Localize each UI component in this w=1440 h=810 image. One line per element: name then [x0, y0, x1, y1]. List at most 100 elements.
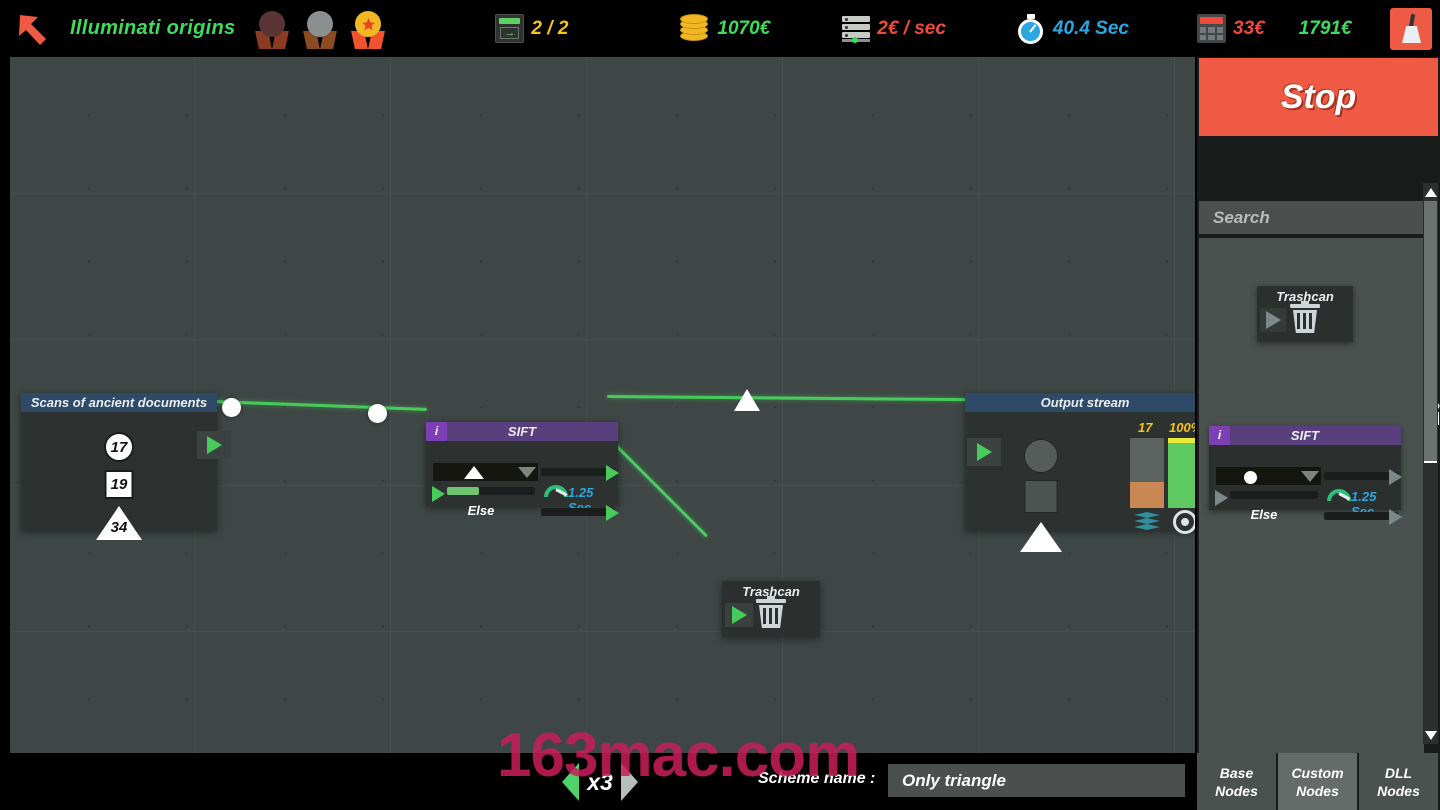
- calculator-icon: [1197, 14, 1226, 43]
- palette-sift-match-bar: [1324, 472, 1398, 480]
- node-output-stream[interactable]: Output stream 17 100%: [965, 393, 1195, 552]
- sift-input-port[interactable]: [432, 486, 445, 502]
- node-trashcan[interactable]: Trashcan: [722, 581, 820, 637]
- node-header: Scans of ancient documents: [21, 393, 217, 412]
- speed-decrease-icon[interactable]: [562, 763, 580, 801]
- source-output-port[interactable]: [197, 431, 231, 459]
- tab-base-line1: Base: [1219, 764, 1254, 781]
- chevron-down-icon[interactable]: [516, 463, 538, 481]
- palette-sift-input-bar: [1230, 491, 1318, 499]
- node-body: 17 19 34: [21, 412, 217, 540]
- back-arrow-glyph: [19, 14, 46, 45]
- scroll-down-arrow-icon[interactable]: [1424, 727, 1437, 743]
- tab-dll-line2: Nodes: [1377, 782, 1420, 799]
- output-shape-triangle: [1020, 522, 1062, 552]
- output-shape-circle: [1024, 439, 1058, 473]
- node-header: i SIFT: [426, 422, 618, 441]
- output-input-port[interactable]: [967, 438, 1001, 466]
- node-body: 17 100%: [965, 412, 1195, 552]
- speed-label: x3: [587, 768, 613, 795]
- layers-icon: [1134, 512, 1160, 530]
- level-progress-icon: →: [495, 14, 525, 43]
- token-triangle: [734, 389, 760, 411]
- node-title: SIFT: [507, 424, 537, 439]
- money-value: 1070€: [717, 17, 771, 39]
- tab-base-nodes[interactable]: Base Nodes: [1197, 753, 1276, 810]
- node-graph-canvas[interactable]: Scans of ancient documents 17 19 34 i SI…: [10, 57, 1195, 753]
- right-panel: Stop Search info-icon Trashcan i SIFT: [1197, 57, 1440, 810]
- medal-bronze-locked: [251, 9, 293, 49]
- total-value: 1791€: [1298, 17, 1352, 39]
- palette-tabs[interactable]: Base Nodes Custom Nodes DLL Nodes: [1197, 753, 1440, 810]
- output-shape-square: [1024, 480, 1058, 513]
- output-count: 17: [1138, 420, 1153, 435]
- info-icon[interactable]: i: [1209, 426, 1230, 445]
- palette-node-sift[interactable]: i SIFT 1.25 Sec Else: [1209, 426, 1402, 525]
- node-header: i SIFT: [1209, 426, 1401, 445]
- server-rack-icon: [842, 15, 871, 43]
- node-header: Output stream: [965, 393, 1195, 412]
- chevron-down-icon[interactable]: [1299, 467, 1321, 485]
- target-icon: [1173, 510, 1195, 534]
- palette-node-title: SIFT: [1290, 428, 1320, 443]
- token-circle: [368, 404, 387, 423]
- cost-value: 33€: [1233, 17, 1265, 39]
- palette-sift-shape-selector[interactable]: [1216, 467, 1299, 485]
- stopwatch-icon: [1016, 13, 1046, 44]
- search-input[interactable]: Search: [1199, 201, 1438, 234]
- medal-row: [251, 9, 389, 49]
- output-percent-bar: [1168, 438, 1195, 508]
- trashcan-icon: [756, 596, 786, 629]
- scroll-up-arrow-icon[interactable]: [1424, 184, 1437, 200]
- broom-icon: [1398, 13, 1424, 44]
- gauge-icon: [544, 485, 570, 503]
- sift-shape-selector[interactable]: [433, 463, 516, 481]
- scheme-name-input[interactable]: Only triangle: [888, 764, 1185, 797]
- tab-dll-line1: DLL: [1384, 764, 1413, 781]
- node-sift[interactable]: i SIFT 1.25 Sec Else: [426, 422, 619, 521]
- sift-match-out-bar: [541, 468, 615, 476]
- back-arrow-icon[interactable]: [16, 11, 52, 47]
- page-title: Illuminati origins: [70, 17, 236, 39]
- node-title: Output stream: [1040, 395, 1130, 410]
- stat-progress: → 2 / 2: [495, 14, 568, 43]
- tab-dll-nodes[interactable]: DLL Nodes: [1359, 753, 1438, 810]
- circle-icon: [1244, 471, 1257, 484]
- medal-silver-locked: [299, 9, 341, 49]
- sift-match-output-port[interactable]: [606, 465, 619, 481]
- node-title: Scans of ancient documents: [30, 395, 208, 410]
- medal-gold-earned: [347, 9, 389, 49]
- palette-sift-input-port[interactable]: [1215, 490, 1228, 506]
- speed-increase-icon[interactable]: [620, 763, 638, 801]
- rate-value: 2€ / sec: [877, 17, 946, 39]
- scheme-name-value: Only triangle: [902, 770, 1006, 790]
- scrollbar-thumb[interactable]: [1424, 201, 1437, 463]
- palette-sift-match-output-port[interactable]: [1389, 469, 1402, 485]
- sift-else-out-bar: [541, 508, 615, 516]
- output-percent: 100%: [1169, 420, 1195, 435]
- palette-node-trashcan[interactable]: Trashcan: [1257, 286, 1353, 342]
- output-fill-bar: [1130, 438, 1164, 508]
- tab-custom-nodes[interactable]: Custom Nodes: [1278, 753, 1357, 810]
- sift-input-bar: [447, 487, 535, 495]
- palette-trashcan-input-port[interactable]: [1260, 308, 1286, 332]
- triangle-up-icon: [464, 466, 484, 479]
- clear-board-button[interactable]: [1390, 8, 1432, 50]
- token-circle: [222, 398, 241, 417]
- coin-stack-icon: [680, 13, 710, 43]
- trashcan-input-port[interactable]: [725, 603, 753, 627]
- palette-scrollbar[interactable]: [1423, 183, 1438, 744]
- stop-button[interactable]: Stop: [1199, 58, 1438, 136]
- speed-control[interactable]: x3: [540, 761, 660, 803]
- progress-value: 2 / 2: [531, 17, 569, 39]
- palette-sift-else-bar: [1324, 512, 1398, 520]
- time-value: 40.4 Sec: [1052, 17, 1129, 39]
- node-palette[interactable]: info-icon Trashcan i SIFT: [1199, 238, 1440, 801]
- trashcan-icon: [1290, 301, 1320, 334]
- sift-else-output-port[interactable]: [606, 505, 619, 521]
- stat-money: 1070€: [680, 13, 771, 43]
- gauge-icon: [1327, 489, 1353, 507]
- palette-sift-else-output-port[interactable]: [1389, 509, 1402, 525]
- node-source-documents[interactable]: Scans of ancient documents 17 19 34: [21, 393, 231, 540]
- info-icon[interactable]: i: [426, 422, 447, 441]
